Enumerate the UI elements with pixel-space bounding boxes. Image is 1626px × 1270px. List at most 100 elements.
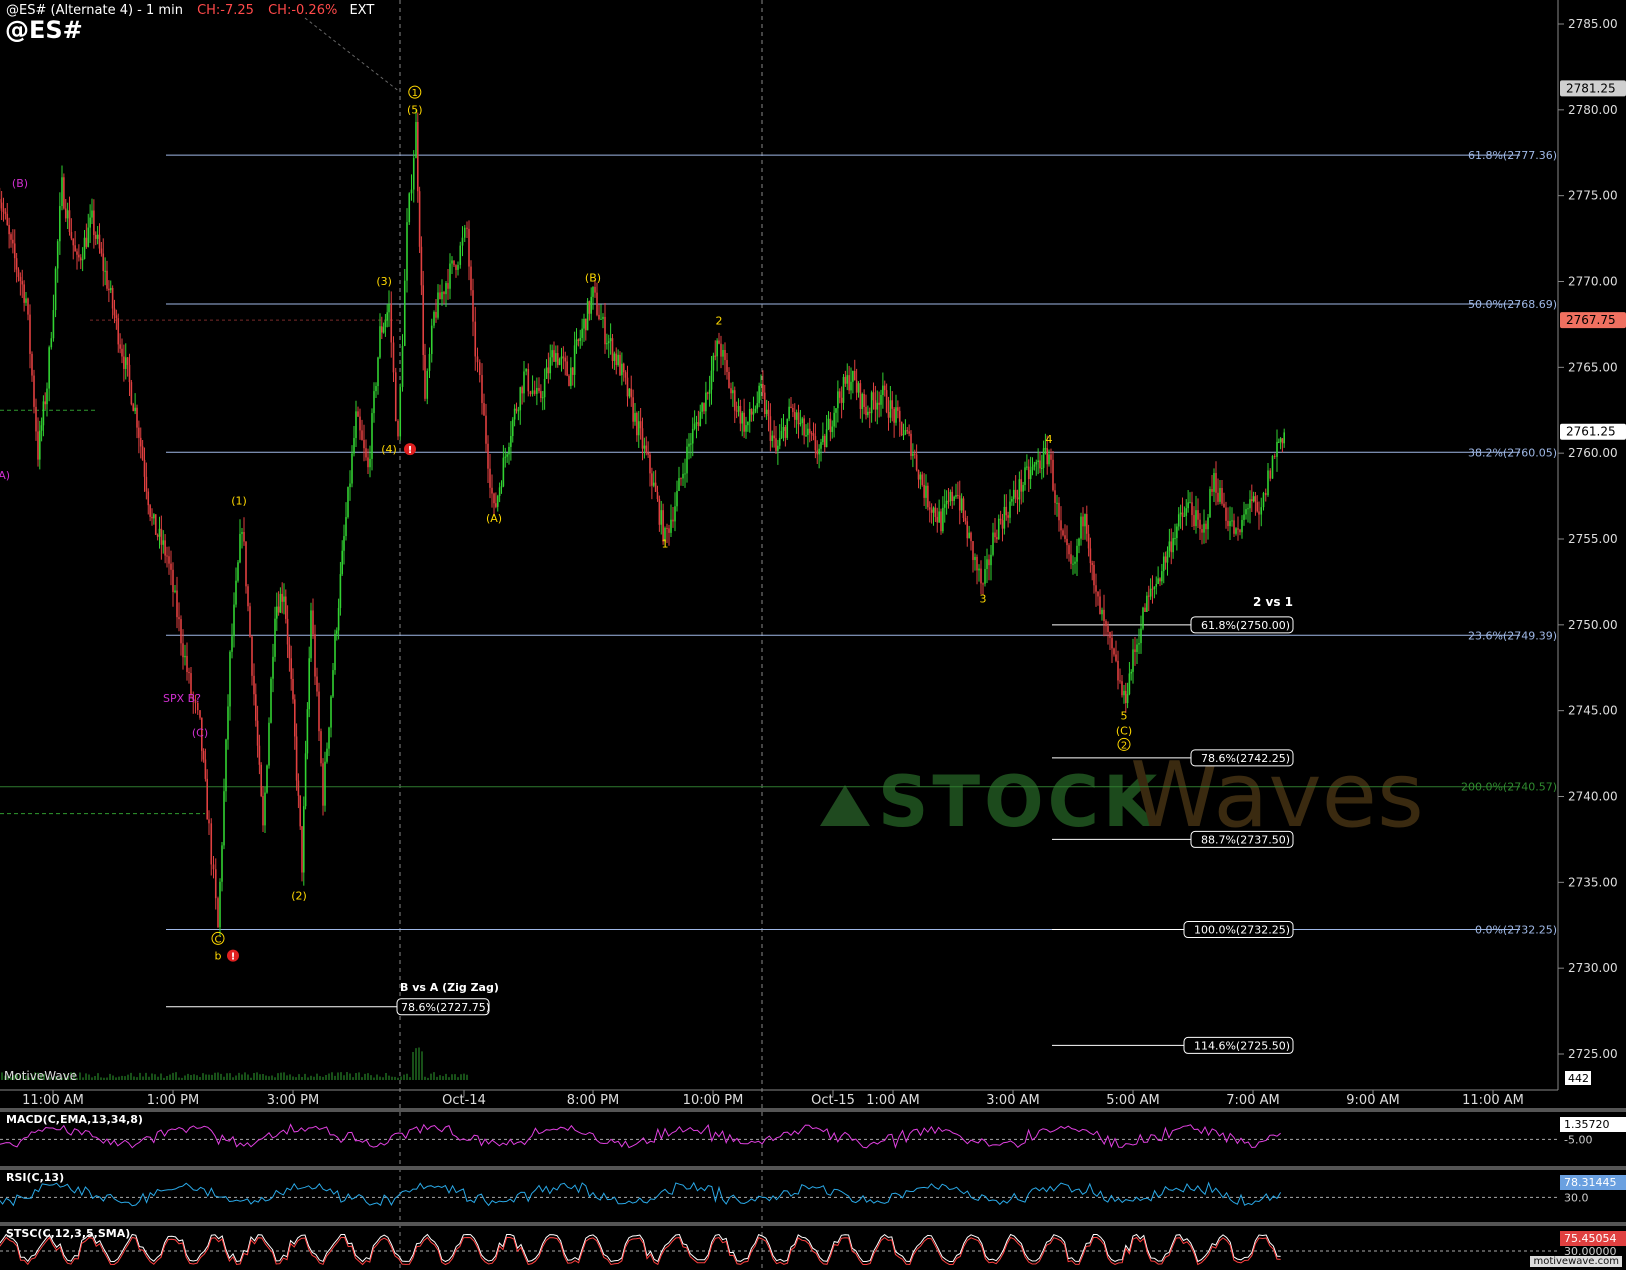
candle-body xyxy=(577,339,580,341)
candle-body xyxy=(699,411,702,426)
retrace-label: 78.6%(2727.75) xyxy=(401,1001,490,1014)
candle-body xyxy=(347,487,349,518)
candle-body xyxy=(111,287,114,309)
y-tick-label: 2755.00 xyxy=(1568,532,1618,546)
x-tick-label: 8:00 PM xyxy=(567,1093,619,1108)
candle-body xyxy=(538,387,540,392)
candle-body xyxy=(680,478,682,480)
candle-body xyxy=(124,357,127,369)
candle-body xyxy=(17,269,20,277)
wave-label: (1) xyxy=(231,495,247,508)
candle-body xyxy=(219,881,221,928)
candle-body xyxy=(609,338,612,342)
candle-body xyxy=(31,353,33,376)
candle-body xyxy=(951,491,954,501)
candle-body xyxy=(1103,609,1105,622)
candle-body xyxy=(1279,438,1282,442)
candle-body xyxy=(624,372,627,378)
candle-body xyxy=(573,345,576,375)
price-chart[interactable]: STOCKWaves 61.8%(2777.36) 50.0%(2768.69) 3… xyxy=(0,0,1626,1270)
candle-body xyxy=(908,431,910,434)
y-tick-label: 2765.00 xyxy=(1568,360,1618,374)
candle-body xyxy=(1087,533,1090,549)
candle-body xyxy=(1229,521,1231,527)
candle-body xyxy=(844,376,847,384)
candle-body xyxy=(793,412,796,420)
candle-body xyxy=(355,411,357,439)
candle-body xyxy=(1099,596,1101,615)
candle-body xyxy=(606,343,608,345)
candle-body xyxy=(1126,694,1129,704)
candle-body xyxy=(688,443,690,447)
candle-body xyxy=(339,574,342,609)
candle-body xyxy=(1031,466,1034,470)
candle-body xyxy=(1033,464,1036,467)
candle-body xyxy=(1195,510,1197,527)
candle-body xyxy=(763,392,766,415)
candle-body xyxy=(401,345,404,387)
candle-body xyxy=(247,586,249,607)
candle-body xyxy=(457,264,459,270)
wave-label: (2) xyxy=(291,890,307,903)
candle-body xyxy=(239,533,241,563)
fib-label: 0.0%(2732.25) xyxy=(1475,924,1557,937)
y-tick-label: 2775.00 xyxy=(1568,189,1618,203)
candle-body xyxy=(1020,479,1023,492)
candle-body xyxy=(964,518,967,522)
candle-body xyxy=(430,325,433,355)
stoch-value: 75.45054 xyxy=(1564,1232,1617,1245)
candle-body xyxy=(158,528,161,537)
candle-body xyxy=(274,618,276,657)
candle-body xyxy=(0,199,1,203)
candle-body xyxy=(517,410,520,412)
candle-body xyxy=(1181,512,1184,517)
candle-body xyxy=(328,727,330,749)
candle-body xyxy=(1170,541,1173,553)
candle-body xyxy=(506,454,508,457)
candle-body xyxy=(388,304,390,313)
candle-body xyxy=(1091,563,1093,565)
y-tick-label: 2740.00 xyxy=(1568,790,1618,804)
candle-body xyxy=(1179,512,1182,515)
candle-body xyxy=(341,550,343,575)
candle-body xyxy=(958,495,961,511)
candle-body xyxy=(1191,502,1193,516)
candle-body xyxy=(285,596,287,619)
candle-body xyxy=(810,433,813,435)
candle-body xyxy=(590,296,592,314)
candle-body xyxy=(949,491,952,502)
candle-body xyxy=(955,495,957,497)
candle-body xyxy=(78,254,80,258)
candle-body xyxy=(186,655,188,672)
candle-body xyxy=(143,459,146,477)
candle-body xyxy=(906,430,909,432)
candle-body xyxy=(628,388,631,397)
candle-body xyxy=(1128,673,1131,695)
candle-body xyxy=(1001,520,1004,529)
candle-body xyxy=(513,408,516,420)
candle-body xyxy=(1209,489,1211,518)
candle-body xyxy=(853,370,856,381)
candle-body xyxy=(1269,470,1272,479)
candle-body xyxy=(304,753,307,807)
candle-body xyxy=(645,445,648,453)
candle-body xyxy=(1231,520,1233,522)
candle-body xyxy=(874,400,877,410)
candle-body xyxy=(10,234,12,240)
candle-body xyxy=(910,433,912,456)
x-tick-label: 5:00 AM xyxy=(1106,1093,1159,1108)
candle-body xyxy=(706,392,709,394)
candle-body xyxy=(174,590,176,592)
candle-body xyxy=(1193,515,1195,527)
candle-body xyxy=(35,406,37,432)
candle-body xyxy=(630,388,633,398)
candle-body xyxy=(527,369,530,392)
candle-body xyxy=(769,416,772,442)
candle-body xyxy=(960,498,963,511)
candle-body xyxy=(255,694,257,721)
candle-body xyxy=(930,509,933,513)
candle-body xyxy=(390,304,393,343)
candle-body xyxy=(797,412,800,425)
candle-body xyxy=(915,454,918,471)
wave-label: (C) xyxy=(192,726,208,739)
